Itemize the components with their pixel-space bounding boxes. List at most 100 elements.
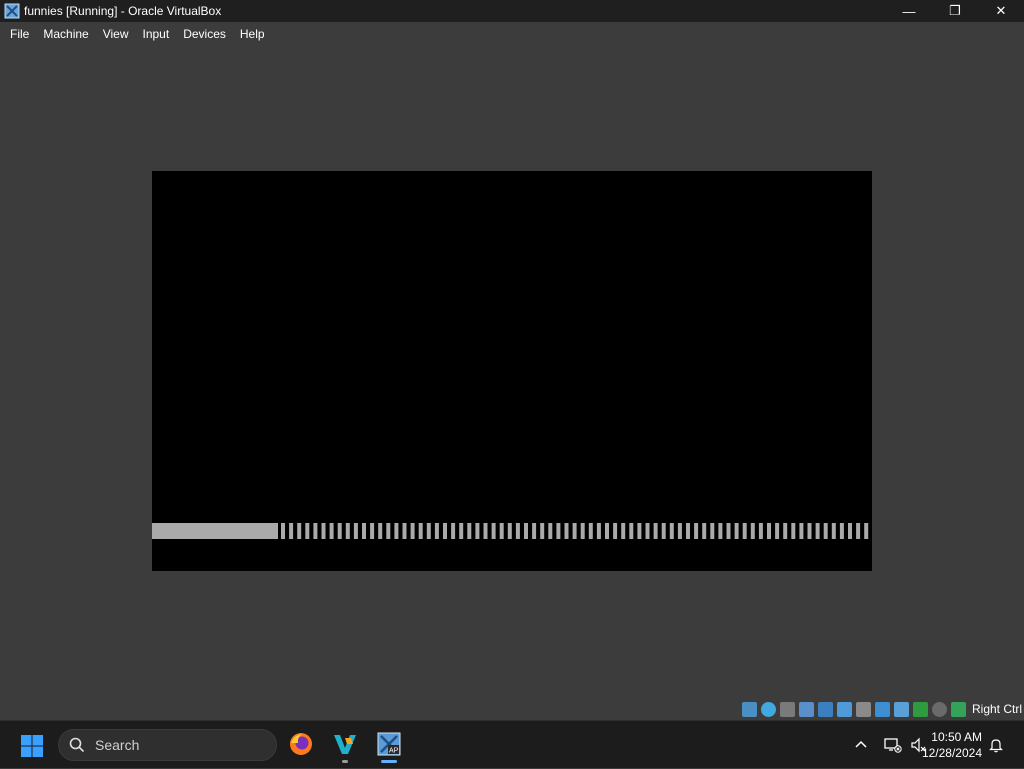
windows-start-icon[interactable] bbox=[20, 734, 44, 758]
search-icon bbox=[69, 737, 85, 753]
usb-icon[interactable] bbox=[836, 701, 852, 717]
progress-tick bbox=[831, 523, 836, 539]
progress-tick bbox=[767, 523, 771, 539]
progress-tick bbox=[353, 523, 358, 539]
progress-tick bbox=[418, 523, 423, 539]
progress-tick bbox=[467, 523, 472, 539]
progress-tick bbox=[702, 523, 707, 539]
menu-file[interactable]: File bbox=[3, 23, 36, 45]
hard-disk-icon[interactable] bbox=[741, 701, 757, 717]
close-button[interactable]: ✕ bbox=[978, 0, 1024, 22]
progress-tick bbox=[783, 523, 788, 539]
progress-tick bbox=[815, 523, 820, 539]
progress-tick bbox=[329, 523, 334, 539]
app-active-indicator bbox=[381, 760, 397, 763]
recording-icon[interactable] bbox=[912, 701, 928, 717]
progress-tick bbox=[694, 523, 699, 539]
window-title: funnies [Running] - Oracle VirtualBox bbox=[24, 4, 222, 18]
progress-tick bbox=[434, 523, 439, 539]
app-running-indicator bbox=[342, 760, 348, 763]
progress-tick bbox=[613, 523, 618, 539]
progress-tick bbox=[775, 523, 780, 539]
network-icon[interactable] bbox=[817, 701, 833, 717]
video-capture-icon[interactable] bbox=[893, 701, 909, 717]
progress-tick bbox=[289, 523, 294, 539]
progress-tick bbox=[864, 523, 869, 539]
progress-tick bbox=[394, 523, 399, 539]
progress-tick bbox=[823, 523, 828, 539]
taskbar-search[interactable]: Search bbox=[58, 729, 277, 761]
progress-tick bbox=[661, 523, 666, 539]
host-key-label: Right Ctrl bbox=[971, 702, 1022, 716]
progress-tick bbox=[313, 523, 318, 539]
title-bar[interactable]: funnies [Running] - Oracle VirtualBox — … bbox=[0, 0, 1024, 22]
virtualbox-taskbar-badge: AP bbox=[389, 748, 399, 755]
search-label: Search bbox=[95, 737, 140, 753]
display-icon[interactable] bbox=[874, 701, 890, 717]
progress-tick bbox=[605, 523, 609, 539]
network-status-icon[interactable] bbox=[884, 737, 902, 758]
firefox-icon[interactable] bbox=[286, 729, 316, 759]
progress-tick bbox=[848, 523, 852, 539]
notification-bell-icon[interactable] bbox=[988, 737, 1004, 758]
boot-progress-remaining bbox=[281, 523, 869, 539]
progress-tick bbox=[653, 523, 658, 539]
shared-folders-icon[interactable] bbox=[855, 701, 871, 717]
progress-tick bbox=[580, 523, 585, 539]
menu-help[interactable]: Help bbox=[233, 23, 272, 45]
progress-tick bbox=[532, 523, 537, 539]
progress-tick bbox=[807, 523, 812, 539]
progress-tick bbox=[621, 523, 626, 539]
progress-tick bbox=[734, 523, 739, 539]
menu-devices[interactable]: Devices bbox=[176, 23, 233, 45]
progress-tick bbox=[726, 523, 731, 539]
progress-tick bbox=[378, 523, 383, 539]
progress-tick bbox=[548, 523, 553, 539]
progress-tick bbox=[758, 523, 763, 539]
progress-tick bbox=[305, 523, 310, 539]
progress-tick bbox=[629, 523, 634, 539]
menu-input[interactable]: Input bbox=[136, 23, 177, 45]
taskbar: Search AP 10:50 AM 12/28/2024 bbox=[0, 720, 1024, 768]
menu-machine[interactable]: Machine bbox=[36, 23, 95, 45]
taskbar-clock[interactable]: 10:50 AM 12/28/2024 bbox=[922, 729, 982, 761]
visual-studio-icon[interactable] bbox=[330, 729, 360, 763]
progress-tick bbox=[742, 523, 747, 539]
progress-tick bbox=[499, 523, 504, 539]
progress-tick bbox=[588, 523, 593, 539]
progress-tick bbox=[337, 523, 342, 539]
audio-icon[interactable] bbox=[798, 701, 814, 717]
progress-tick bbox=[459, 523, 464, 539]
cpu-icon[interactable] bbox=[931, 701, 947, 717]
floppy-icon[interactable] bbox=[779, 701, 795, 717]
progress-tick bbox=[669, 523, 674, 539]
menu-view[interactable]: View bbox=[96, 23, 136, 45]
progress-tick bbox=[791, 523, 796, 539]
progress-tick bbox=[370, 523, 375, 539]
chevron-up-icon[interactable] bbox=[854, 738, 868, 757]
minimize-button[interactable]: — bbox=[886, 0, 932, 22]
progress-tick bbox=[524, 523, 528, 539]
virtualbox-icon bbox=[4, 3, 20, 19]
clock-date: 12/28/2024 bbox=[921, 746, 982, 760]
progress-tick bbox=[451, 523, 456, 539]
vm-display[interactable] bbox=[152, 171, 872, 571]
progress-tick bbox=[410, 523, 415, 539]
menu-bar: File Machine View Input Devices Help bbox=[0, 22, 1024, 46]
progress-tick bbox=[839, 523, 844, 539]
optical-drive-icon[interactable] bbox=[760, 701, 776, 717]
progress-tick bbox=[362, 523, 366, 539]
progress-tick bbox=[443, 523, 447, 539]
progress-tick bbox=[710, 523, 715, 539]
progress-tick bbox=[564, 523, 569, 539]
progress-tick bbox=[645, 523, 650, 539]
virtualbox-taskbar-icon[interactable]: AP bbox=[374, 729, 404, 763]
progress-tick bbox=[426, 523, 431, 539]
progress-tick bbox=[637, 523, 642, 539]
maximize-button[interactable]: ❐ bbox=[932, 0, 978, 22]
progress-tick bbox=[402, 523, 407, 539]
system-tray: 10:50 AM 12/28/2024 bbox=[824, 721, 1024, 769]
vm-status-bar: Right Ctrl bbox=[741, 698, 1024, 720]
mouse-integration-icon[interactable] bbox=[950, 701, 966, 717]
progress-tick bbox=[297, 523, 302, 539]
